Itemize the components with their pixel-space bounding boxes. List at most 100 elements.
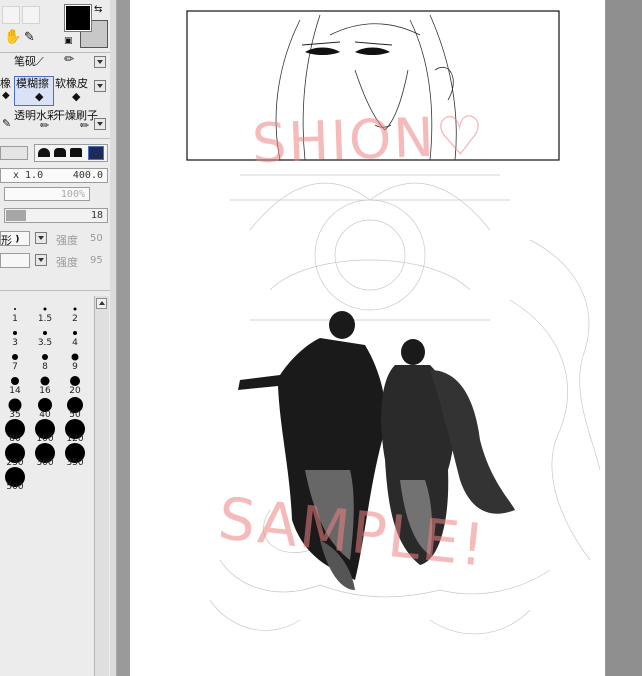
- tool-eraser-label: 橡: [0, 77, 11, 90]
- brush-preview-dot: [42, 354, 48, 360]
- brush-size-preset[interactable]: 3.5: [30, 324, 60, 348]
- foreground-color-swatch[interactable]: [64, 4, 92, 32]
- brush-size-preset[interactable]: 35: [0, 396, 30, 420]
- brush-preview-dot: [12, 354, 18, 360]
- tool-blur-eraser[interactable]: 模糊擦 ◆: [14, 76, 54, 106]
- blur-eraser-icon: ◆: [35, 90, 44, 103]
- brush-size-preset[interactable]: 300: [30, 443, 60, 468]
- brush-size-preset[interactable]: 3: [0, 324, 30, 348]
- brush-size-preset[interactable]: 80: [0, 419, 30, 444]
- brush-size-preset[interactable]: 8: [30, 348, 60, 372]
- brush-size-label: 1.5: [37, 314, 53, 324]
- separator: [0, 138, 110, 139]
- separator: [0, 52, 110, 53]
- brush-size-preset[interactable]: 14: [0, 372, 30, 396]
- brush-preview-dot: [71, 353, 79, 361]
- brush-size-preset[interactable]: 9: [60, 348, 90, 372]
- texture-dropdown-button[interactable]: [35, 254, 47, 266]
- brush-size-preset[interactable]: 2: [60, 300, 90, 324]
- texture-strength-value: 95: [90, 255, 103, 266]
- brush-preview-dot: [43, 307, 47, 311]
- brush-size-label: 8: [42, 362, 48, 372]
- artwork: [186, 10, 601, 635]
- brush-size-preset[interactable]: 7: [0, 348, 30, 372]
- brush-preview-dot: [13, 331, 17, 335]
- tool-ink-label: 砚: [25, 55, 36, 68]
- color-box-empty-1[interactable]: [2, 6, 20, 24]
- tool-scroll-up[interactable]: [94, 56, 106, 68]
- shape-select[interactable]: 形 ❫: [0, 231, 30, 247]
- tool-blur-eraser-label: 模糊擦: [16, 77, 49, 90]
- tool-dry-brush-label: 干燥刷子: [54, 109, 98, 122]
- shape-bracket-icon: ❫: [14, 232, 21, 245]
- separator: [0, 290, 110, 291]
- brush-preview-dot: [43, 331, 47, 335]
- opacity-value: 100%: [60, 189, 85, 200]
- tool-eraser-partial[interactable]: 橡: [0, 78, 11, 89]
- opacity-field[interactable]: 100%: [4, 187, 90, 201]
- brush-shape-flat-icon[interactable]: [70, 148, 82, 157]
- swap-colors-icon[interactable]: ⇆: [94, 4, 102, 15]
- watercolor-icon: ✏: [40, 119, 50, 132]
- tool-soft-eraser-label: 软橡皮: [55, 77, 88, 90]
- tool-watercolor-label: 透明水彩: [14, 109, 58, 122]
- size-max-value: 400.0: [72, 170, 103, 181]
- brush-preview-dot: [40, 376, 50, 386]
- tool-soft-eraser[interactable]: 软橡皮 ◆: [54, 78, 94, 106]
- brush-preview-dot: [70, 376, 80, 386]
- tool-pen[interactable]: 笔砚⟋: [14, 56, 44, 67]
- color-box-empty-2[interactable]: [22, 6, 40, 24]
- panel-splitter[interactable]: [110, 0, 117, 676]
- brush-size-preset[interactable]: 4: [60, 324, 90, 348]
- reset-colors-icon[interactable]: ▣: [64, 36, 73, 47]
- scroll-up-arrow-icon[interactable]: [96, 298, 107, 309]
- soft-eraser-icon: ◆: [72, 90, 81, 103]
- shape-select-label: 形: [1, 234, 12, 247]
- brush-shape-sharp-icon[interactable]: [38, 148, 50, 157]
- tool-scroll-mid[interactable]: [94, 80, 106, 92]
- brush-size-preset[interactable]: 1: [0, 300, 30, 324]
- brush-size-label: 14: [9, 386, 21, 396]
- brush-shape-selector[interactable]: [34, 144, 108, 162]
- brush-size-preset[interactable]: 1.5: [30, 300, 60, 324]
- pen-icon: ⟋: [36, 55, 44, 68]
- tool-dry-brush[interactable]: 干燥刷子 ✏: [54, 109, 98, 134]
- blend-mode-field[interactable]: [0, 146, 28, 160]
- texture-select[interactable]: [0, 253, 30, 268]
- eyedropper-icon[interactable]: ✎: [24, 31, 35, 44]
- brush-size-label: 3.5: [37, 338, 53, 348]
- hand-tool-icon[interactable]: ✋: [4, 30, 21, 44]
- brush-size-label: 300: [36, 458, 54, 468]
- brush-grid-scrollbar[interactable]: [94, 296, 109, 676]
- eraser-icon: ◆: [2, 90, 10, 101]
- watermark-top: SHION♡: [250, 103, 488, 176]
- brush-size-label: 7: [12, 362, 18, 372]
- pencil-icon[interactable]: ✏: [64, 53, 74, 65]
- size-multiplier-field[interactable]: x 1.0 400.0: [0, 168, 108, 183]
- brush-size-label: 9: [72, 362, 78, 372]
- canvas-right-margin: [606, 0, 642, 676]
- shape-dropdown-button[interactable]: [35, 232, 47, 244]
- tool-watercolor[interactable]: 透明水彩 ✏: [14, 109, 58, 134]
- brush-size-label: 3: [12, 338, 18, 348]
- brush-size-preset[interactable]: 500: [0, 467, 30, 492]
- brush-preview-dot: [11, 377, 19, 385]
- dry-brush-icon: ✏: [80, 119, 90, 132]
- brush-size-preset[interactable]: 350: [60, 443, 90, 468]
- brush-size-slider[interactable]: 18: [4, 208, 108, 223]
- brush-size-preset[interactable]: 120: [60, 419, 90, 444]
- brush-shape-medium-icon[interactable]: [54, 148, 66, 157]
- brush-size-preset[interactable]: 230: [0, 443, 30, 468]
- brush-shape-square-icon[interactable]: [88, 146, 104, 160]
- brush-size-label: 16: [39, 386, 51, 396]
- brush-size-preset[interactable]: 100: [30, 419, 60, 444]
- brush-size-preset[interactable]: 20: [60, 372, 90, 396]
- brush-size-preset[interactable]: 40: [30, 396, 60, 420]
- pen-small-icon[interactable]: ✎: [2, 118, 11, 129]
- brush-size-label: 500: [6, 482, 24, 492]
- brush-size-label: 2: [72, 314, 78, 324]
- brush-size-preset[interactable]: 50: [60, 396, 90, 420]
- brush-size-preset[interactable]: 16: [30, 372, 60, 396]
- tool-scroll-down[interactable]: [94, 118, 106, 130]
- canvas-paper[interactable]: SHION♡ SAMPLE!: [130, 0, 605, 676]
